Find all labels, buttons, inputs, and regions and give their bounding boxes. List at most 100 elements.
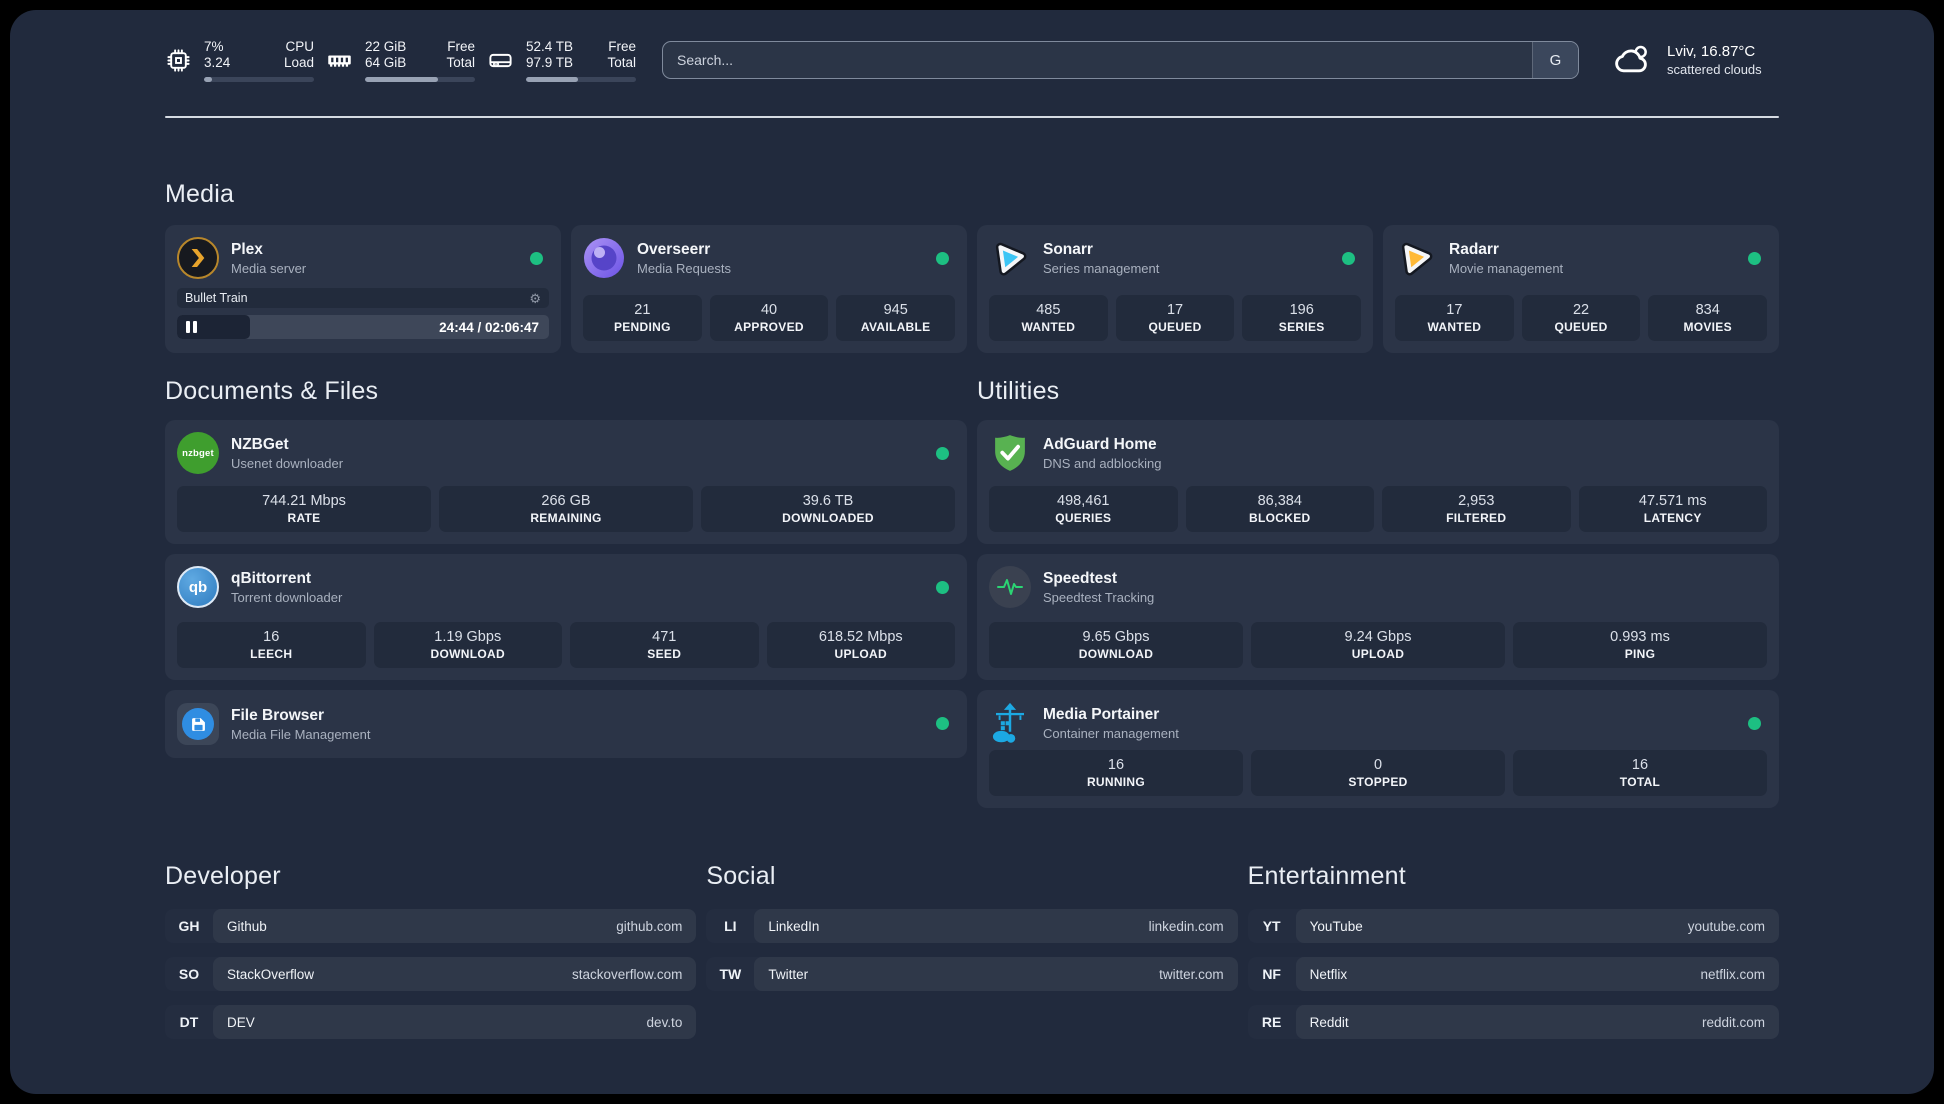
- cpu-stat: 7% 3.24 CPU Load: [165, 39, 314, 82]
- search-bar: G: [662, 41, 1579, 79]
- documents-column: Documents & Files nzbget NZBGet Usenet d…: [165, 377, 967, 758]
- app-card-speedtest[interactable]: Speedtest Speedtest Tracking 9.65 Gbps DO…: [977, 554, 1779, 680]
- stat-tile: 0 STOPPED: [1251, 750, 1505, 796]
- link-abbr: TW: [719, 966, 742, 982]
- stat-tile: 266 GB REMAINING: [439, 486, 693, 532]
- stat-tile: 2,953 FILTERED: [1382, 486, 1571, 532]
- link-row-netflix[interactable]: NF Netflix netflix.com: [1247, 957, 1779, 991]
- stat-tile: 471 SEED: [570, 622, 759, 668]
- app-name: AdGuard Home: [1043, 435, 1157, 453]
- utilities-column: Utilities AdGuard Home DNS and adblockin…: [977, 377, 1779, 808]
- status-dot: [936, 447, 949, 460]
- entertainment-links: Entertainment YT YouTube youtube.com NF N…: [1247, 862, 1779, 1053]
- status-dot: [1748, 717, 1761, 730]
- link-name: Github: [227, 918, 267, 934]
- radarr-icon: [1395, 237, 1437, 279]
- link-url: youtube.com: [1687, 918, 1765, 934]
- link-row-dev[interactable]: DT DEV dev.to: [165, 1005, 697, 1039]
- app-name: File Browser: [231, 706, 325, 724]
- disk-total: 97.9 TB: [526, 55, 574, 70]
- app-card-sonarr[interactable]: Sonarr Series management 485 WANTED 17 QUE…: [977, 225, 1373, 353]
- link-name: LinkedIn: [768, 918, 820, 934]
- speedtest-icon: [989, 566, 1031, 608]
- stat-tile: 945 AVAILABLE: [836, 295, 956, 341]
- link-row-github[interactable]: GH Github github.com: [165, 909, 697, 943]
- app-name: Media Portainer: [1043, 705, 1160, 723]
- section-title-developer: Developer: [165, 862, 281, 890]
- link-name: YouTube: [1309, 918, 1363, 934]
- search-input[interactable]: [663, 42, 1532, 78]
- dashboard-page: 7% 3.24 CPU Load 22 GiB 64 GiB Free Total: [10, 10, 1934, 1094]
- link-row-stackoverflow[interactable]: SO StackOverflow stackoverflow.com: [165, 957, 697, 991]
- ram-total: 64 GiB: [365, 55, 407, 70]
- sonarr-icon: [989, 237, 1031, 279]
- stat-tile: 618.52 Mbps UPLOAD: [766, 622, 955, 668]
- cpu-load-label: Load: [283, 55, 314, 70]
- playback-seek-bar[interactable]: 24:44 / 02:06:47: [177, 315, 549, 339]
- app-desc: Usenet downloader: [231, 455, 344, 471]
- cpu-progress-bar: [204, 76, 314, 82]
- app-card-radarr[interactable]: Radarr Movie management 17 WANTED 22 QUEUE…: [1383, 225, 1779, 353]
- app-name: Sonarr: [1043, 240, 1093, 258]
- weather-location-temp: Lviv, 16.87°C: [1667, 43, 1756, 60]
- search-engine-button[interactable]: G: [1532, 42, 1578, 78]
- link-name: Twitter: [768, 966, 809, 982]
- stat-tile: 16 LEECH: [177, 622, 366, 668]
- link-abbr: RE: [1261, 1014, 1282, 1030]
- link-url: twitter.com: [1159, 966, 1224, 982]
- app-name: Radarr: [1449, 240, 1499, 258]
- status-dot: [1342, 252, 1355, 265]
- weather-widget: Lviv, 16.87°C scattered clouds: [1609, 40, 1779, 80]
- cloud-icon: [1615, 45, 1647, 73]
- section-title-utilities: Utilities: [977, 377, 1060, 405]
- link-row-linkedin[interactable]: LI LinkedIn linkedin.com: [706, 909, 1238, 943]
- app-card-plex[interactable]: Plex Media server Bullet Train ⚙ 24:44 /…: [165, 225, 561, 353]
- app-desc: Container management: [1043, 725, 1179, 741]
- media-cards-row: Plex Media server Bullet Train ⚙ 24:44 /…: [165, 225, 1779, 353]
- link-abbr: NF: [1262, 966, 1281, 982]
- link-row-youtube[interactable]: YT YouTube youtube.com: [1247, 909, 1779, 943]
- topbar: 7% 3.24 CPU Load 22 GiB 64 GiB Free Total: [165, 32, 1779, 88]
- status-dot: [530, 252, 543, 265]
- stat-tile: 0.993 ms PING: [1513, 622, 1767, 668]
- app-card-portainer[interactable]: Media Portainer Container management 16 R…: [977, 690, 1779, 808]
- link-row-twitter[interactable]: TW Twitter twitter.com: [706, 957, 1238, 991]
- link-url: netflix.com: [1700, 966, 1765, 982]
- cpu-icon: [167, 48, 190, 72]
- portainer-icon: [989, 702, 1031, 744]
- section-title-documents: Documents & Files: [165, 377, 379, 405]
- stat-tile: 834 MOVIES: [1648, 295, 1768, 341]
- app-card-overseerr[interactable]: Overseerr Media Requests 21 PENDING 40 APP…: [571, 225, 967, 353]
- app-card-filebrowser[interactable]: File Browser Media File Management: [165, 690, 967, 758]
- overseerr-icon: [583, 237, 625, 279]
- developer-links: Developer GH Github github.com SO StackOv…: [165, 862, 697, 1053]
- app-name: NZBGet: [231, 435, 289, 453]
- now-playing-row: Bullet Train ⚙: [177, 288, 549, 308]
- app-card-qbittorrent[interactable]: qb qBittorrent Torrent downloader 16 LEEC…: [165, 554, 967, 680]
- status-dot: [1748, 252, 1761, 265]
- section-title-social: Social: [706, 862, 776, 890]
- stat-tile: 485 WANTED: [989, 295, 1108, 341]
- section-title-media: Media: [165, 180, 235, 208]
- ram-progress-bar: [365, 76, 475, 82]
- stat-tile: 16 RUNNING: [989, 750, 1243, 796]
- stat-tile: 498,461 QUERIES: [989, 486, 1178, 532]
- stat-tile: 22 QUEUED: [1521, 295, 1641, 341]
- playback-time: 24:44 / 02:06:47: [439, 319, 539, 335]
- stat-tile: 9.65 Gbps DOWNLOAD: [989, 622, 1243, 668]
- adguard-icon: [989, 432, 1031, 474]
- link-row-reddit[interactable]: RE Reddit reddit.com: [1247, 1005, 1779, 1039]
- app-desc: Media File Management: [231, 726, 371, 742]
- app-name: Overseerr: [637, 240, 711, 258]
- link-url: linkedin.com: [1148, 918, 1224, 934]
- stat-tile: 21 PENDING: [583, 295, 702, 341]
- app-card-adguard[interactable]: AdGuard Home DNS and adblocking 498,461 Q…: [977, 420, 1779, 544]
- stat-tile: 1.19 Gbps DOWNLOAD: [373, 622, 562, 668]
- link-url: stackoverflow.com: [572, 966, 683, 982]
- link-name: Reddit: [1309, 1014, 1349, 1030]
- pause-icon[interactable]: [186, 321, 197, 333]
- gear-icon[interactable]: ⚙: [529, 292, 541, 305]
- ram-total-label: Total: [446, 55, 475, 70]
- disk-stat: 52.4 TB 97.9 TB Free Total: [487, 39, 636, 82]
- app-card-nzbget[interactable]: nzbget NZBGet Usenet downloader 744.21 M…: [165, 420, 967, 544]
